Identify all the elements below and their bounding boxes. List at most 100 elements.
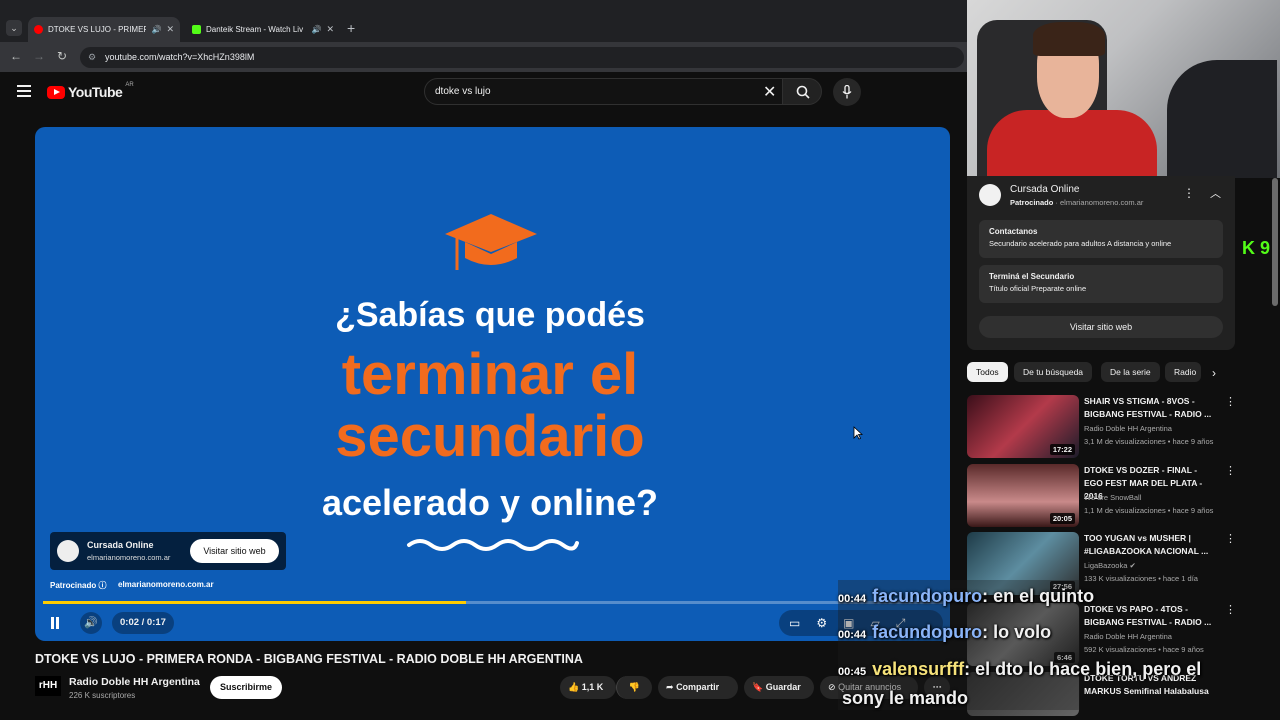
ad-sitelink-contact[interactable]: Contactanos Secundario acelerado para ad… <box>979 220 1223 258</box>
sponsored-url[interactable]: elmarianomoreno.com.ar <box>118 580 214 589</box>
more-options-icon[interactable]: ⋮ <box>1225 532 1236 545</box>
sitelink-heading: Contactanos <box>989 227 1038 236</box>
scrollbar[interactable] <box>1272 178 1278 306</box>
clear-search-icon[interactable]: ✕ <box>763 82 776 102</box>
subscriber-count: 226 K suscriptores <box>69 691 136 700</box>
tab-kick[interactable]: Danteik Stream - Watch Liv 🔊 ✕ <box>186 17 340 42</box>
pause-button[interactable] <box>51 616 61 629</box>
advertiser-url: elmarianomoreno.com.ar <box>87 553 171 562</box>
rec-channel[interactable]: Radio Doble HH Argentina <box>1084 632 1172 641</box>
microphone-icon <box>842 85 852 99</box>
search-icon <box>796 85 810 99</box>
close-tab-icon[interactable]: ✕ <box>166 24 174 35</box>
share-button[interactable]: ➦ Compartir <box>658 676 738 699</box>
collapse-icon[interactable]: ︿ <box>1210 185 1221 201</box>
chip-from-search[interactable]: De tu búsqueda <box>1014 362 1093 382</box>
chip-series[interactable]: De la serie <box>1101 362 1160 382</box>
rec-title[interactable]: TOO YUGAN vs MUSHER | #LIGABAZOOKA NACIO… <box>1084 532 1214 558</box>
subscribe-button[interactable]: Suscribirme <box>210 676 282 699</box>
chevron-right-icon[interactable]: › <box>1212 366 1216 380</box>
sponsored-label: Patrocinado ⓘ <box>50 581 107 590</box>
recommendation-item[interactable]: 17:22 SHAIR VS STIGMA - 8VOS - BIGBANG F… <box>967 395 1237 459</box>
address-bar[interactable]: ⚙ youtube.com/watch?v=XhcHZn398lM <box>80 47 964 68</box>
close-tab-icon[interactable]: ✕ <box>326 24 334 35</box>
sitelink-heading: Terminá el Secundario <box>989 272 1075 281</box>
more-options-icon[interactable]: ⋮ <box>1225 603 1236 616</box>
settings-icon[interactable]: ⚙ <box>816 616 827 630</box>
dislike-button[interactable]: 👎 <box>616 676 652 699</box>
country-code: AR <box>125 82 134 88</box>
sponsored-line: Patrocinado · elmarianomoreno.com.ar <box>1010 198 1144 207</box>
speaker-icon[interactable]: 🔊 <box>311 25 321 34</box>
time-display: 0:02 / 0:17 <box>112 612 174 634</box>
advertiser-name[interactable]: Cursada Online <box>1010 184 1079 195</box>
chip-radio[interactable]: Radio <box>1165 362 1201 382</box>
more-options-icon[interactable]: ⋮ <box>1183 186 1195 200</box>
wave-decoration <box>407 539 579 551</box>
save-button[interactable]: 🔖 Guardar <box>744 676 814 699</box>
thumbs-down-icon: 👎 <box>628 682 641 692</box>
visit-site-button[interactable]: Visitar sitio web <box>190 539 279 563</box>
duration-badge: 20:05 <box>1049 513 1075 524</box>
ad-card[interactable]: Cursada Online elmarianomoreno.com.ar Vi… <box>50 532 286 570</box>
like-button[interactable]: 👍 1,1 K <box>560 676 616 699</box>
youtube-favicon-icon <box>34 25 43 34</box>
advertiser-logo <box>57 540 79 562</box>
verified-icon: ✔ <box>1129 561 1136 570</box>
speaker-icon[interactable]: 🔊 <box>151 25 161 34</box>
rec-channel[interactable]: LigaBazooka ✔ <box>1084 561 1136 570</box>
rec-channel[interactable]: We are SnowBall <box>1084 493 1141 502</box>
more-options-icon[interactable]: ⋮ <box>1225 464 1236 477</box>
channel-avatar[interactable]: rHH <box>35 676 61 696</box>
menu-icon[interactable] <box>17 85 31 100</box>
video-thumbnail[interactable]: 20:05 <box>967 464 1079 527</box>
rec-meta: 592 K visualizaciones • hace 9 años <box>1084 645 1204 654</box>
info-icon[interactable]: ⓘ <box>98 581 106 590</box>
share-icon: ➦ <box>666 682 674 692</box>
advertiser-name: Cursada Online <box>87 540 154 550</box>
rec-meta: 3,1 M de visualizaciones • hace 9 años <box>1084 437 1214 446</box>
graduation-cap-icon <box>445 214 537 270</box>
like-count: 1,1 K <box>581 682 604 692</box>
rec-title[interactable]: DTOKE VS PAPO - 4TOS - BIGBANG FESTIVAL … <box>1084 603 1214 629</box>
chat-message-continuation: sony le mando <box>842 688 969 708</box>
logo-text: YouTube <box>68 84 123 100</box>
ad-sitelink-finish[interactable]: Terminá el Secundario Título oficial Pre… <box>979 265 1223 303</box>
tab-youtube[interactable]: DTOKE VS LUJO - PRIMERA 🔊 ✕ <box>28 17 180 42</box>
voice-search-button[interactable] <box>833 78 861 106</box>
ad-headline-line-4: acelerado y online? <box>321 482 659 523</box>
reload-icon[interactable]: ↻ <box>57 49 67 63</box>
ad-headline-line-2: terminar el <box>341 342 639 407</box>
thumbs-up-icon: 👍 <box>568 682 580 692</box>
kick-favicon-icon <box>192 25 201 34</box>
search-button[interactable] <box>782 78 822 105</box>
forward-icon[interactable]: → <box>33 49 45 63</box>
bookmark-icon: 🔖 <box>752 682 764 692</box>
new-tab-button[interactable]: + <box>347 20 355 36</box>
ad-headline-line-1: ¿Sabías que podés <box>335 296 645 334</box>
recommendation-item[interactable]: 20:05 DTOKE VS DOZER - FINAL - EGO FEST … <box>967 464 1237 528</box>
duration-badge: 17:22 <box>1049 444 1075 455</box>
url-text: youtube.com/watch?v=XhcHZn398lM <box>105 52 255 62</box>
streamer-webcam <box>967 0 1280 178</box>
back-icon[interactable]: ← <box>10 49 22 63</box>
youtube-play-icon <box>47 85 65 99</box>
channel-name[interactable]: Radio Doble HH Argentina <box>69 676 200 688</box>
more-options-icon[interactable]: ⋮ <box>1225 395 1236 408</box>
visit-site-button[interactable]: Visitar sitio web <box>979 316 1223 338</box>
youtube-logo[interactable]: YouTube AR <box>47 82 134 100</box>
chat-message: 00:44 facundopuro: en el quinto <box>838 586 1095 606</box>
video-thumbnail[interactable]: 17:22 <box>967 395 1079 458</box>
rec-meta: 1,1 M de visualizaciones • hace 9 años <box>1084 506 1214 515</box>
search-input[interactable]: dtoke vs lujo <box>424 78 792 105</box>
block-icon: ⊘ <box>828 682 836 692</box>
tab-search-icon[interactable]: ⌄ <box>6 20 22 36</box>
rec-title[interactable]: SHAIR VS STIGMA - 8VOS - BIGBANG FESTIVA… <box>1084 395 1214 421</box>
subtitles-icon[interactable]: ▭ <box>789 616 800 630</box>
video-title: DTOKE VS LUJO - PRIMERA RONDA - BIGBANG … <box>35 652 583 666</box>
rec-channel[interactable]: Radio Doble HH Argentina <box>1084 424 1172 433</box>
tab-title: DTOKE VS LUJO - PRIMERA <box>48 25 147 34</box>
volume-icon[interactable]: 🔊 <box>80 612 102 634</box>
site-info-icon[interactable]: ⚙ <box>88 47 96 68</box>
chip-all[interactable]: Todos <box>967 362 1008 382</box>
